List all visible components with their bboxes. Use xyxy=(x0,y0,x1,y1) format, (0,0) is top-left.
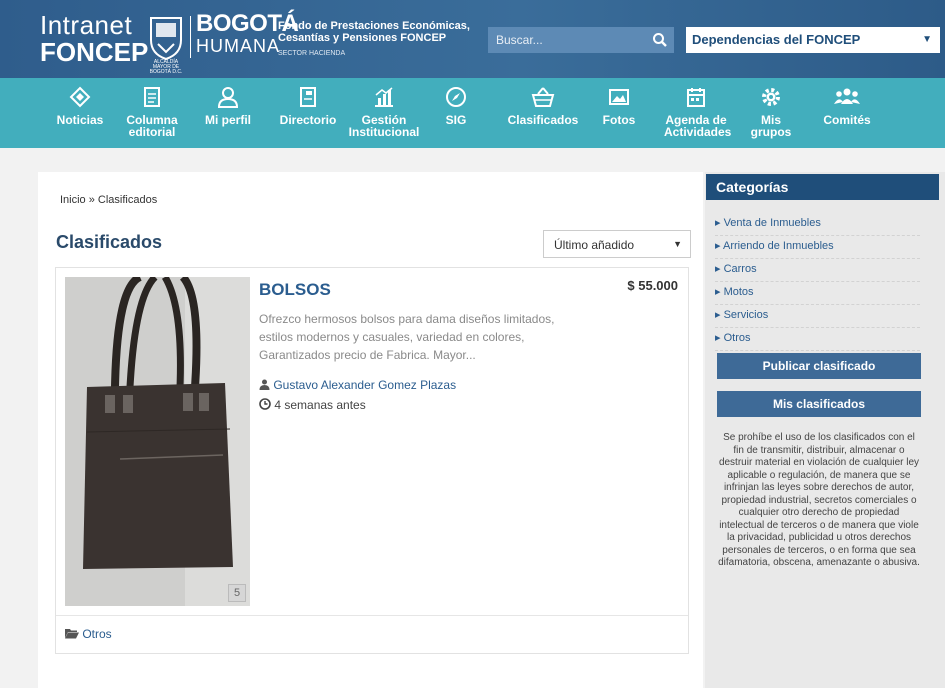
category-label: Motos xyxy=(723,286,754,298)
user-icon xyxy=(217,87,239,108)
brand-intranet[interactable]: Intranet xyxy=(40,12,132,38)
category-item[interactable]: ▸ Motos xyxy=(715,285,920,305)
nav-label: Fotos xyxy=(602,113,636,127)
disclaimer-text: Se prohíbe el uso de los clasificados co… xyxy=(718,432,920,568)
category-label: Otros xyxy=(723,332,751,344)
clock-icon xyxy=(259,398,271,410)
nav-gestion-institucional[interactable]: Gestión Institucional xyxy=(347,86,421,138)
nav-label: Gestión Institucional xyxy=(348,113,420,139)
nav-label: Mis grupos xyxy=(750,113,792,139)
tag-icon xyxy=(69,86,91,108)
posted-text: 4 semanas antes xyxy=(274,398,366,412)
listing-description: Ofrezco hermosos bolsos para dama diseño… xyxy=(259,312,555,362)
my-ads-button[interactable]: Mis clasificados xyxy=(717,391,921,417)
sort-select[interactable]: Último añadido ▼ xyxy=(543,230,691,258)
category-item[interactable]: ▸ Servicios xyxy=(715,308,920,328)
calendar-icon xyxy=(687,88,705,107)
sort-selected: Último añadido xyxy=(554,238,635,252)
chevron-down-icon: ▼ xyxy=(922,34,932,45)
user-icon xyxy=(259,379,270,390)
photo-count-badge: 5 xyxy=(228,584,246,602)
listing-author[interactable]: Gustavo Alexander Gomez Plazas xyxy=(259,378,456,392)
category-item[interactable]: ▸ Carros xyxy=(715,262,920,282)
divider xyxy=(56,615,688,616)
publish-ad-button[interactable]: Publicar clasificado xyxy=(717,353,921,379)
nav-label: Columna editorial xyxy=(126,113,178,139)
category-label: Otros xyxy=(82,627,112,641)
nav-label: SIG xyxy=(445,113,467,127)
sidebar: Categorías ▸ Venta de Inmuebles ▸ Arrien… xyxy=(705,172,945,688)
listing-posted-time: 4 semanas antes xyxy=(259,398,366,412)
author-name: Gustavo Alexander Gomez Plazas xyxy=(273,378,457,392)
compass-icon xyxy=(446,87,466,107)
search-placeholder: Buscar... xyxy=(496,33,543,47)
nav-label: Directorio xyxy=(279,113,337,127)
sector-label: SECTOR HACIENDA xyxy=(278,50,346,57)
brand-foncep[interactable]: FONCEP xyxy=(40,38,148,66)
document-icon xyxy=(144,87,160,107)
city-tagline: HUMANA xyxy=(196,36,281,56)
listing-price: $ 55.000 xyxy=(627,278,678,293)
nav-fotos[interactable]: Fotos xyxy=(598,86,640,126)
nav-comites[interactable]: Comités xyxy=(822,86,872,126)
crest-icon xyxy=(150,17,182,60)
search-icon[interactable] xyxy=(652,32,668,48)
org-name: Fondo de Prestaciones Económicas, Cesant… xyxy=(278,20,470,44)
category-item[interactable]: ▸ Otros xyxy=(715,331,920,351)
category-label: Servicios xyxy=(723,309,769,321)
nav-noticias[interactable]: Noticias xyxy=(52,86,108,126)
listing-card: 5 BOLSOS $ 55.000 Ofrezco hermosos bolso… xyxy=(55,267,689,654)
nav-label: Clasificados xyxy=(507,113,579,127)
listing-photo[interactable]: 5 xyxy=(65,277,250,606)
nav-label: Mi perfil xyxy=(204,113,251,127)
nav-mi-perfil[interactable]: Mi perfil xyxy=(200,86,256,126)
main-content: Inicio » Clasificados Clasificados Últim… xyxy=(38,172,703,688)
category-item[interactable]: ▸ Venta de Inmuebles xyxy=(715,216,920,236)
book-icon xyxy=(300,87,316,107)
group-icon xyxy=(834,88,860,104)
dependencies-select[interactable]: Dependencias del FONCEP ▼ xyxy=(686,27,940,53)
nav-label: Noticias xyxy=(56,113,104,127)
divider xyxy=(190,16,191,58)
nav-label: Comités xyxy=(823,113,871,127)
category-label: Carros xyxy=(723,263,757,275)
gear-icon xyxy=(762,88,780,106)
main-nav: Noticias Columna editorial Mi perfil Dir… xyxy=(0,78,945,148)
chart-icon xyxy=(375,87,393,107)
basket-icon xyxy=(531,87,555,107)
folder-open-icon xyxy=(65,629,79,639)
nav-agenda-actividades[interactable]: Agenda de Actividades xyxy=(664,86,732,139)
nav-columna-editorial[interactable]: Columna editorial xyxy=(124,86,180,138)
search-input[interactable]: Buscar... xyxy=(488,27,674,53)
category-label: Arriendo de Inmuebles xyxy=(722,240,834,252)
crest-caption: ALCALDÍA MAYOR DE BOGOTÁ D.C. xyxy=(149,59,183,75)
nav-label: Agenda de Actividades xyxy=(664,113,732,139)
handbag-image xyxy=(65,277,250,606)
nav-directorio[interactable]: Directorio xyxy=(277,86,339,126)
top-header: Intranet FONCEP ALCALDÍA MAYOR DE BOGOTÁ… xyxy=(0,0,945,78)
category-label: Venta de Inmuebles xyxy=(723,217,821,229)
listing-category[interactable]: Otros xyxy=(65,627,112,641)
dependencies-label: Dependencias del FONCEP xyxy=(692,32,861,47)
nav-mis-grupos[interactable]: Mis grupos xyxy=(740,86,802,138)
listing-title[interactable]: BOLSOS xyxy=(259,280,331,300)
nav-sig[interactable]: SIG xyxy=(438,86,474,126)
category-item[interactable]: ▸ Arriendo de Inmuebles xyxy=(715,239,920,259)
page-title: Clasificados xyxy=(56,232,163,252)
nav-clasificados[interactable]: Clasificados xyxy=(505,86,581,126)
chevron-down-icon: ▼ xyxy=(673,239,682,249)
breadcrumb[interactable]: Inicio » Clasificados xyxy=(60,194,157,206)
categories-heading: Categorías xyxy=(706,174,939,200)
photo-icon xyxy=(609,89,629,105)
